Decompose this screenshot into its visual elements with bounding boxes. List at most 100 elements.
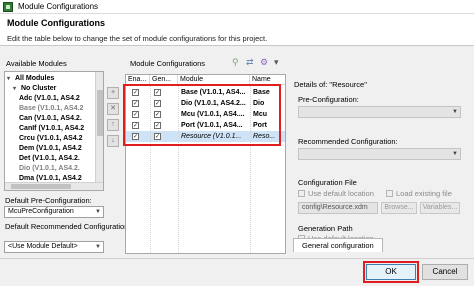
default-rec-config-label: Default Recommended Configuration: (5, 222, 131, 231)
generation-path-label: Generation Path (298, 224, 353, 233)
expand-arrow-icon[interactable]: ▾ (7, 74, 15, 84)
name-cell: Base (253, 89, 270, 96)
column-divider (178, 85, 179, 253)
generate-checkbox[interactable]: ✓ (154, 100, 161, 107)
tree-item[interactable]: Adc (V1.0.1, AS4.2 (19, 94, 80, 104)
window-title: Module Configurations (18, 2, 99, 11)
default-pre-config-select[interactable]: McuPreConfiguration ▼ (4, 206, 104, 218)
chevron-down-icon: ▼ (452, 109, 458, 115)
expand-arrow-icon[interactable]: ▾ (13, 84, 21, 94)
column-header-enabled[interactable]: Ena... (126, 75, 150, 85)
chevron-down-icon: ▼ (452, 151, 458, 157)
default-pre-config-value: McuPreConfiguration (8, 208, 74, 215)
dialog-title: Module Configurations (7, 18, 105, 28)
module-cell: Base (V1.0.1, AS4... (181, 89, 246, 96)
tree-item-label: All Modules (15, 75, 55, 82)
tree-item-label: CanIf (V1.0.1, AS4.2 (19, 125, 85, 132)
default-pre-config-label: Default Pre-Configuration: (5, 196, 92, 205)
dialog-description: Edit the table below to change the set o… (7, 34, 268, 43)
module-configurations-label: Module Configurations (130, 59, 206, 68)
name-cell: Port (253, 122, 267, 129)
available-modules-tree[interactable]: ▾ All Modules ▾ No Cluster Adc (V1.0.1, AS4.… (4, 71, 104, 191)
tree-item[interactable]: Dem (V1.0.1, AS4.2 (19, 144, 82, 154)
view-menu-icon[interactable]: ▾ (274, 57, 279, 68)
module-cell: Port (V1.0.1, AS4... (181, 122, 243, 129)
module-cell: Resource (V1.0.1... (181, 133, 242, 140)
tree-item-label: Base (V1.0.1, AS4.2 (19, 105, 84, 112)
tree-item-label: Det (V1.0.1, AS4.2. (19, 155, 80, 162)
config-file-path-value: config\Resource.xdm (302, 204, 368, 211)
tree-item-label: Dem (V1.0.1, AS4.2 (19, 145, 82, 152)
tree-item[interactable]: ▾ No Cluster (13, 84, 56, 94)
toolbar-action-icon[interactable]: ⇄ (246, 57, 254, 68)
scroll-thumb[interactable] (97, 90, 103, 136)
cancel-button[interactable]: Cancel (422, 264, 468, 280)
tree-item-label: Can (V1.0.1, AS4.2. (19, 115, 82, 122)
ok-button[interactable]: OK (366, 264, 416, 280)
footer-separator (0, 258, 474, 259)
tree-horizontal-scrollbar[interactable] (5, 182, 103, 190)
tree-item[interactable]: CanIf (V1.0.1, AS4.2 (19, 124, 84, 134)
use-default-location-label: Use default location (308, 189, 374, 198)
name-cell: Dio (253, 100, 265, 107)
config-file-label: Configuration File (298, 178, 357, 187)
generate-checkbox[interactable]: ✓ (154, 122, 161, 129)
generate-checkbox[interactable]: ✓ (154, 133, 161, 140)
chevron-down-icon: ▼ (95, 209, 101, 215)
toolbar-action-icon[interactable]: ⚙ (260, 57, 268, 68)
use-default-location-checkbox[interactable] (298, 190, 305, 197)
enabled-checkbox[interactable]: ✓ (132, 133, 139, 140)
browse-button[interactable]: Browse... (381, 202, 417, 214)
column-header-name[interactable]: Name (250, 75, 285, 85)
column-divider (150, 85, 151, 253)
module-cell: Mcu (V1.0.1, AS4.... (181, 111, 245, 118)
move-down-button[interactable]: ↓ (107, 135, 119, 147)
pre-config-select[interactable]: ▼ (298, 106, 461, 118)
tree-item-label: No Cluster (21, 85, 57, 92)
generate-checkbox[interactable]: ✓ (154, 89, 161, 96)
default-rec-config-value: <Use Module Default> (8, 243, 78, 250)
config-file-path-input[interactable]: config\Resource.xdm (298, 202, 378, 214)
details-panel: Details of: "Resource" Pre-Configuration… (292, 80, 464, 252)
dialog-header: Module Configurations Edit the table bel… (0, 14, 474, 46)
default-rec-config-select[interactable]: <Use Module Default> ▼ (4, 241, 104, 253)
tree-item[interactable]: Base (V1.0.1, AS4.2 (19, 104, 83, 114)
tree-item-label: Dio (V1.0.1, AS4.2. (19, 165, 80, 172)
tree-item[interactable]: Det (V1.0.1, AS4.2. (19, 154, 80, 164)
tree-item[interactable]: Can (V1.0.1, AS4.2. (19, 114, 82, 124)
enabled-checkbox[interactable]: ✓ (132, 122, 139, 129)
enabled-checkbox[interactable]: ✓ (132, 100, 139, 107)
remove-module-button[interactable]: ✕ (107, 103, 119, 115)
enabled-checkbox[interactable]: ✓ (132, 111, 139, 118)
filter-icon[interactable]: ⚲ (232, 57, 239, 68)
name-cell: Reso... (253, 133, 276, 140)
rec-config-label: Recommended Configuration: (298, 137, 398, 146)
load-existing-file-label: Load existing file (396, 189, 452, 198)
tree-item-label: Crcu (V1.0.1, AS4.2 (19, 135, 83, 142)
available-modules-label: Available Modules (6, 59, 67, 68)
tree-vertical-scrollbar[interactable] (95, 72, 103, 182)
load-existing-file-checkbox[interactable] (386, 190, 393, 197)
tab-general-configuration[interactable]: General configuration (293, 238, 383, 252)
tree-item[interactable]: ▾ All Modules (7, 74, 54, 84)
app-icon (3, 2, 13, 12)
column-header-module[interactable]: Module (178, 75, 250, 85)
module-cell: Dio (V1.0.1, AS4.2... (181, 100, 246, 107)
chevron-down-icon: ▼ (95, 244, 101, 250)
rec-config-select[interactable]: ▼ (298, 148, 461, 160)
tree-item-label: Dma (V1.0.1, AS4.2 (19, 175, 82, 182)
tree-item[interactable]: Dio (V1.0.1, AS4.2. (19, 164, 80, 174)
pre-config-label: Pre-Configuration: (298, 95, 359, 104)
window-titlebar: Module Configurations (0, 0, 474, 14)
name-cell: Mcu (253, 111, 267, 118)
add-module-button[interactable]: + (107, 87, 119, 99)
column-header-generate[interactable]: Gen... (150, 75, 178, 85)
generate-checkbox[interactable]: ✓ (154, 111, 161, 118)
table-header: Ena... Gen... Module Name (126, 75, 285, 85)
scroll-thumb[interactable] (11, 184, 71, 189)
enabled-checkbox[interactable]: ✓ (132, 89, 139, 96)
tree-item[interactable]: Crcu (V1.0.1, AS4.2 (19, 134, 83, 144)
variables-button[interactable]: Variables... (420, 202, 460, 214)
module-configurations-table[interactable]: Ena... Gen... Module Name ✓ ✓ Base (V1.0.1… (125, 74, 286, 254)
move-up-button[interactable]: ↑ (107, 119, 119, 131)
